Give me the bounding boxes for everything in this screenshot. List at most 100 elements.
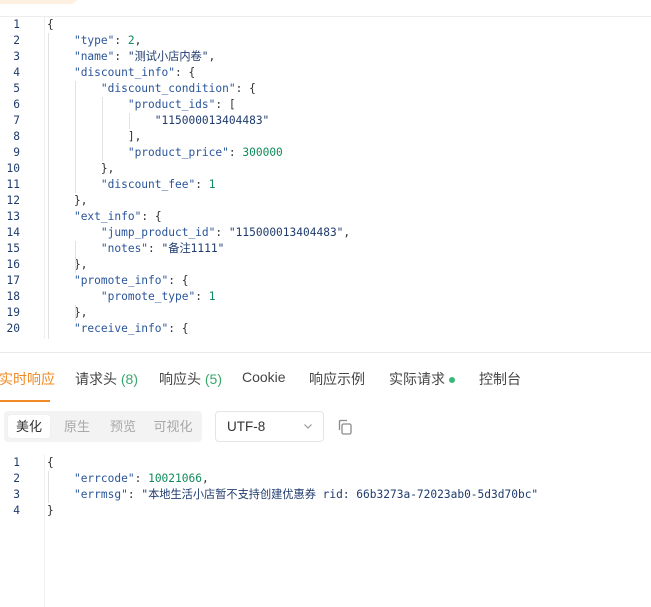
code-line[interactable]: 14 "jump_product_id": "115000013404483", <box>0 225 651 241</box>
code-text: }, <box>73 194 88 207</box>
request-body-editor[interactable]: 1{2 "type": 2, 3 "name": "测试小店内卷", 4 "disc… <box>0 17 651 339</box>
code-text: } <box>47 504 54 517</box>
code-text: "discount_condition": { <box>100 82 256 95</box>
code-line[interactable]: 2 "type": 2, <box>0 33 651 49</box>
line-number: 6 <box>13 98 20 111</box>
code-line[interactable]: 4 "discount_info": { <box>0 65 651 81</box>
response-body-viewer[interactable]: 1{2 "errcode": 10021066, 3 "errmsg": "本地生… <box>0 455 651 607</box>
indent-guide <box>75 81 76 193</box>
line-number: 19 <box>6 306 20 319</box>
view-mode-beautify[interactable]: 美化 <box>8 415 50 438</box>
encoding-value: UTF-8 <box>227 419 266 434</box>
line-number: 3 <box>13 488 20 501</box>
code-text: }, <box>100 162 115 175</box>
tab-request-headers[interactable]: 请求头 (8) <box>75 369 138 389</box>
code-line[interactable]: 12 }, <box>0 193 651 209</box>
line-number: 18 <box>6 290 20 303</box>
code-line[interactable]: 6 "product_ids": [ <box>0 97 651 113</box>
line-number: 20 <box>6 322 20 335</box>
encoding-select[interactable]: UTF-8 <box>215 411 324 442</box>
copy-icon[interactable] <box>333 415 357 439</box>
api-debug-panel: 1{2 "type": 2, 3 "name": "测试小店内卷", 4 "disc… <box>0 0 651 607</box>
line-number: 2 <box>13 34 20 47</box>
code-line[interactable]: 13 "ext_info": { <box>0 209 651 225</box>
tab-response-headers[interactable]: 响应头 (5) <box>159 369 222 389</box>
tab-realtime-response[interactable]: 实时响应 <box>0 369 55 389</box>
tab-label: 响应示例 <box>309 371 365 387</box>
tab-label: 请求头 <box>75 371 117 387</box>
code-line[interactable]: 3 "errmsg": "本地生活小店暂不支持创建优惠券 rid: 66b327… <box>0 487 651 503</box>
code-line[interactable]: 1{ <box>0 17 651 33</box>
code-line[interactable]: 17 "promote_info": { <box>0 273 651 289</box>
line-number: 9 <box>13 146 20 159</box>
code-line[interactable]: 1{ <box>0 455 651 471</box>
code-text: "notes": "备注1111" <box>100 242 225 255</box>
line-number: 10 <box>6 162 20 175</box>
indent-guide <box>129 113 130 129</box>
code-text: }, <box>73 258 88 271</box>
code-text: "115000013404483" <box>154 114 270 127</box>
tab-count: (8) <box>120 371 139 387</box>
active-tab-indicator <box>0 400 50 402</box>
code-text: { <box>47 456 54 469</box>
line-number: 7 <box>13 114 20 127</box>
code-line[interactable]: 11 "discount_fee": 1 <box>0 177 651 193</box>
view-mode-preview[interactable]: 预览 <box>100 415 146 438</box>
indent-guide <box>48 33 49 339</box>
code-line[interactable]: 20 "receive_info": { <box>0 321 651 337</box>
line-number: 16 <box>6 258 20 271</box>
view-mode-visualize[interactable]: 可视化 <box>148 415 198 438</box>
code-text: "errcode": 10021066, <box>73 472 209 485</box>
code-line[interactable]: 18 "promote_type": 1 <box>0 289 651 305</box>
line-number: 5 <box>13 82 20 95</box>
code-line[interactable]: 15 "notes": "备注1111" <box>0 241 651 257</box>
request-body-tab[interactable] <box>0 0 78 4</box>
code-text: "type": 2, <box>73 34 142 47</box>
code-line[interactable]: 19 }, <box>0 305 651 321</box>
tab-actual-request[interactable]: 实际请求 <box>389 369 455 389</box>
line-number: 13 <box>6 210 20 223</box>
code-line[interactable]: 7 "115000013404483" <box>0 113 651 129</box>
code-line[interactable]: 8 ], <box>0 129 651 145</box>
line-number: 4 <box>13 66 20 79</box>
code-line[interactable]: 2 "errcode": 10021066, <box>0 471 651 487</box>
code-text: "discount_info": { <box>73 66 196 79</box>
tab-count: (5) <box>204 371 223 387</box>
tab-label: 响应头 <box>159 371 201 387</box>
status-dot-icon <box>449 377 455 384</box>
code-line[interactable]: 10 }, <box>0 161 651 177</box>
tab-label: 实际请求 <box>389 371 445 387</box>
line-number: 14 <box>6 226 20 239</box>
code-text: "promote_type": 1 <box>100 290 216 303</box>
tab-label: 控制台 <box>479 371 521 387</box>
indent-guide <box>102 97 103 161</box>
code-text: }, <box>73 306 88 319</box>
view-mode-raw[interactable]: 原生 <box>54 415 100 438</box>
code-line[interactable]: 3 "name": "测试小店内卷", <box>0 49 651 65</box>
tab-response-example[interactable]: 响应示例 <box>309 369 365 389</box>
tab-label: Cookie <box>242 369 286 385</box>
code-text: "promote_info": { <box>73 274 189 287</box>
response-tabs-bar: 实时响应 请求头 (8) 响应头 (5) Cookie 响应示例 实际请求 控制… <box>0 352 651 403</box>
code-text: "errmsg": "本地生活小店暂不支持创建优惠券 rid: 66b3273a… <box>73 488 539 501</box>
code-line[interactable]: 9 "product_price": 300000 <box>0 145 651 161</box>
tab-label: 实时响应 <box>0 371 55 387</box>
line-number: 3 <box>13 50 20 63</box>
code-line[interactable]: 16 }, <box>0 257 651 273</box>
indent-guide <box>48 471 49 503</box>
view-mode-switch: 美化 原生 预览 可视化 <box>4 411 202 442</box>
code-text: "receive_info": { <box>73 322 189 335</box>
code-line[interactable]: 5 "discount_condition": { <box>0 81 651 97</box>
line-number: 1 <box>13 456 20 469</box>
code-text: "jump_product_id": "115000013404483", <box>100 226 351 239</box>
tab-cookie[interactable]: Cookie <box>242 369 286 385</box>
line-number: 1 <box>13 18 20 31</box>
chevron-down-icon <box>304 424 312 429</box>
indent-guide <box>75 241 76 273</box>
line-number: 11 <box>6 178 20 191</box>
line-number: 8 <box>13 130 20 143</box>
line-number: 4 <box>13 504 20 517</box>
indent-guide <box>75 305 76 321</box>
tab-console[interactable]: 控制台 <box>479 369 521 389</box>
code-line[interactable]: 4} <box>0 503 651 519</box>
